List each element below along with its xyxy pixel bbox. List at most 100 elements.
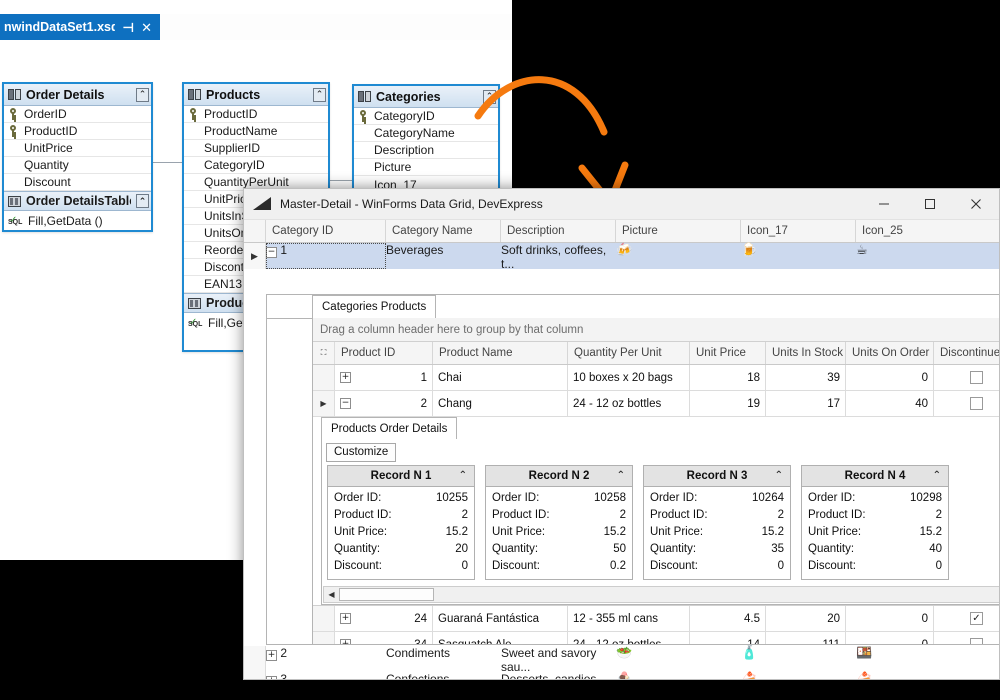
table-row-product-24[interactable]: + 24 Guaraná Fantástica 12 - 355 ml cans… xyxy=(313,606,999,632)
cell-units-on-order[interactable]: 0 xyxy=(846,606,934,631)
cell-category-id[interactable]: + 3 xyxy=(266,672,386,679)
collapse-icon[interactable]: ⌃ xyxy=(459,470,467,481)
expand-icon[interactable]: + xyxy=(340,372,351,383)
group-by-panel[interactable]: Drag a column header here to group by th… xyxy=(313,318,999,342)
card-field-order-id[interactable]: Order ID: 10264 xyxy=(650,490,784,507)
table-field-row[interactable]: CategoryName xyxy=(354,125,498,142)
scroll-left-button[interactable]: ◀ xyxy=(324,587,339,602)
cell-picture[interactable]: 🍻 xyxy=(616,243,741,269)
cell-icon25[interactable]: 🍰 xyxy=(856,672,999,679)
column-header-units-in-stock[interactable]: Units In Stock xyxy=(766,342,846,364)
tab-products-order-details[interactable]: Products Order Details xyxy=(321,417,458,440)
close-icon[interactable]: ✕ xyxy=(141,21,152,34)
collapse-icon[interactable]: ⌃ xyxy=(775,470,783,481)
expand-icon[interactable]: + xyxy=(266,676,277,679)
card-field-discount[interactable]: Discount: 0 xyxy=(334,558,468,575)
collapse-icon[interactable]: ⌃ xyxy=(483,89,496,104)
column-header-quantity-per-unit[interactable]: Quantity Per Unit xyxy=(568,342,690,364)
column-header-description[interactable]: Description xyxy=(501,220,616,242)
card-field-order-id[interactable]: Order ID: 10298 xyxy=(808,490,942,507)
card-field-discount[interactable]: Discount: 0 xyxy=(808,558,942,575)
close-button[interactable] xyxy=(953,189,999,219)
collapse-icon[interactable]: ⌃ xyxy=(617,470,625,481)
table-adapter-header[interactable]: Order DetailsTableA ⌃ xyxy=(4,191,151,211)
collapse-icon[interactable]: − xyxy=(340,398,351,409)
card-field-product-id[interactable]: Product ID: 2 xyxy=(808,507,942,524)
cell-product-id[interactable]: + 24 xyxy=(335,606,433,631)
table-row-category-3[interactable]: + 3 Confections Desserts, candies, an...… xyxy=(244,672,999,679)
collapse-icon[interactable]: ⌃ xyxy=(136,87,149,102)
cell-quantity-per-unit[interactable]: 12 - 355 ml cans xyxy=(568,606,690,631)
card-field-product-id[interactable]: Product ID: 2 xyxy=(334,507,468,524)
collapse-icon[interactable]: ⌃ xyxy=(933,470,941,481)
cell-discontinued[interactable]: ✓ xyxy=(934,606,999,631)
collapse-icon[interactable]: ⌃ xyxy=(313,87,326,102)
column-header-product-name[interactable]: Product Name xyxy=(433,342,568,364)
discontinued-checkbox[interactable]: ✓ xyxy=(970,612,983,625)
card-field-discount[interactable]: Discount: 0.2 xyxy=(492,558,626,575)
table-field-row[interactable]: ProductID xyxy=(184,106,328,123)
cell-category-name[interactable]: Confections xyxy=(386,672,501,679)
cell-icon17[interactable]: 🍰 xyxy=(741,672,856,679)
cell-description[interactable]: Sweet and savory sau... xyxy=(501,646,616,674)
table-row-product-34[interactable]: + 34 Sasquatch Ale 24 - 12 oz bottles 14… xyxy=(313,632,999,644)
discontinued-checkbox[interactable] xyxy=(970,397,983,410)
cell-units-on-order[interactable]: 0 xyxy=(846,365,934,390)
card-field-discount[interactable]: Discount: 0 xyxy=(650,558,784,575)
card-field-unit-price[interactable]: Unit Price: 15.2 xyxy=(334,524,468,541)
table-field-row[interactable]: ProductName xyxy=(184,123,328,140)
cell-discontinued[interactable] xyxy=(934,632,999,644)
table-field-row[interactable]: UnitPrice xyxy=(4,140,151,157)
card-header[interactable]: Record N 1 ⌃ xyxy=(328,466,474,487)
table-row-category-2[interactable]: + 2 Condiments Sweet and savory sau... 🥗… xyxy=(244,646,999,674)
cell-product-name[interactable]: Sasquatch Ale xyxy=(433,632,568,644)
cell-product-name[interactable]: Guaraná Fantástica xyxy=(433,606,568,631)
pin-icon[interactable]: ⊣ xyxy=(122,21,134,34)
expand-icon[interactable]: − xyxy=(266,247,277,258)
collapse-icon[interactable]: ⌃ xyxy=(136,194,149,208)
cell-category-id[interactable]: − 1 xyxy=(266,243,386,269)
card-field-quantity[interactable]: Quantity: 40 xyxy=(808,541,942,558)
column-header-product-id[interactable]: Product ID xyxy=(335,342,433,364)
card-field-quantity[interactable]: Quantity: 35 xyxy=(650,541,784,558)
column-header-icon17[interactable]: Icon_17 xyxy=(741,220,856,242)
discontinued-checkbox[interactable] xyxy=(970,371,983,384)
card-field-order-id[interactable]: Order ID: 10258 xyxy=(492,490,626,507)
cell-icon25[interactable]: ☕ xyxy=(856,243,999,269)
expand-icon[interactable]: + xyxy=(340,639,351,644)
cell-product-id[interactable]: + 1 xyxy=(335,365,433,390)
table-field-row[interactable]: Description xyxy=(354,142,498,159)
expand-icon[interactable]: + xyxy=(266,650,277,661)
table-field-row[interactable]: CategoryID xyxy=(354,108,498,125)
cell-discontinued[interactable] xyxy=(934,365,999,390)
card-header[interactable]: Record N 2 ⌃ xyxy=(486,466,632,487)
column-header-icon25[interactable]: Icon_25 xyxy=(856,220,999,242)
cell-unit-price[interactable]: 18 xyxy=(690,365,766,390)
cell-units-in-stock[interactable]: 39 xyxy=(766,365,846,390)
table-row-product-1[interactable]: + 1 Chai 10 boxes x 20 bags 18 39 0 xyxy=(313,365,999,391)
column-chooser-icon[interactable]: ⛶ xyxy=(313,342,335,364)
column-header-category-id[interactable]: Category ID xyxy=(266,220,386,242)
card-record-3[interactable]: Record N 3 ⌃ Order ID: 10264 Product ID:… xyxy=(643,465,791,580)
cell-product-name[interactable]: Chang xyxy=(433,391,568,416)
cell-units-on-order[interactable]: 40 xyxy=(846,391,934,416)
table-field-row[interactable]: OrderID xyxy=(4,106,151,123)
table-adapter-query-row[interactable]: ✓SQL Fill,GetData () xyxy=(4,211,151,231)
cell-unit-price[interactable]: 4.5 xyxy=(690,606,766,631)
table-field-row[interactable]: Quantity xyxy=(4,157,151,174)
card-field-product-id[interactable]: Product ID: 2 xyxy=(492,507,626,524)
cell-units-on-order[interactable]: 0 xyxy=(846,632,934,644)
card-field-order-id[interactable]: Order ID: 10255 xyxy=(334,490,468,507)
cell-icon17[interactable]: 🧴 xyxy=(741,646,856,672)
editor-tab-nwinddataset[interactable]: nwindDataSet1.xsd* ⊣ ✕ xyxy=(0,14,160,40)
cell-product-id[interactable]: + 34 xyxy=(335,632,433,644)
column-header-picture[interactable]: Picture xyxy=(616,220,741,242)
table-field-row[interactable]: CategoryID xyxy=(184,157,328,174)
cell-product-name[interactable]: Chai xyxy=(433,365,568,390)
minimize-button[interactable] xyxy=(861,189,907,219)
cell-unit-price[interactable]: 19 xyxy=(690,391,766,416)
cell-picture[interactable]: 🥗 xyxy=(616,646,741,672)
maximize-button[interactable] xyxy=(907,189,953,219)
cell-units-in-stock[interactable]: 111 xyxy=(766,632,846,644)
cell-discontinued[interactable] xyxy=(934,391,999,416)
